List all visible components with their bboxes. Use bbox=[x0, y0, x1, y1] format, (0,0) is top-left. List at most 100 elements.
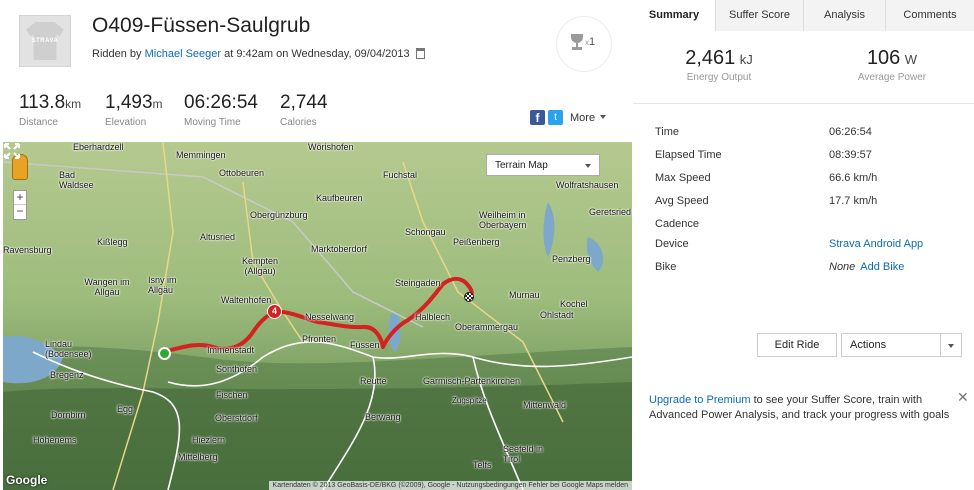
premium-promo: Upgrade to Premium to see your Suffer Sc… bbox=[649, 393, 959, 423]
map-place: Schongau bbox=[405, 227, 446, 237]
ridden-by-prefix: Ridden by bbox=[92, 48, 142, 60]
google-logo: Google bbox=[6, 473, 48, 487]
detail-value: 17.7 km/h bbox=[829, 195, 878, 207]
stat-moving-time: 06:26:54 Moving Time bbox=[184, 92, 258, 128]
map-place: Bregenz bbox=[50, 370, 84, 380]
avatar-brand: STRAVA bbox=[31, 38, 59, 44]
map-place: Hohenems bbox=[33, 435, 77, 445]
detail-avg-speed: Avg Speed 17.7 km/h bbox=[655, 195, 955, 209]
fullscreen-icon[interactable] bbox=[3, 142, 21, 160]
detail-value: 08:39:57 bbox=[829, 149, 872, 161]
map-place: Kempten (Allgäu) bbox=[241, 256, 279, 276]
trophy-icon bbox=[570, 34, 584, 50]
stat-unit: km bbox=[65, 97, 82, 111]
actions-label: Actions bbox=[850, 339, 887, 351]
map-credits[interactable]: Kartendaten © 2013 GeoBasis-DE/BKG (©200… bbox=[268, 481, 632, 490]
map-place: Lindau (Bodensee) bbox=[45, 339, 92, 359]
detail-bike: Bike None Add Bike bbox=[655, 261, 955, 275]
ride-meta: Ridden by Michael Seeger at 9:42am on We… bbox=[92, 48, 425, 60]
detail-key: Cadence bbox=[655, 218, 700, 230]
ride-title: O409-Füssen-Saulgrub bbox=[92, 14, 311, 37]
map-place: Telfs bbox=[473, 460, 492, 470]
map-place: Garmisch-Partenkirchen bbox=[423, 376, 521, 386]
ride-datetime: at 9:42am on Wednesday, 09/04/2013 bbox=[224, 48, 410, 60]
zoom-out-button[interactable]: − bbox=[14, 205, 26, 219]
twitter-icon[interactable]: t bbox=[548, 110, 563, 125]
map-place: Penzberg bbox=[552, 254, 591, 264]
map-place: Wangen im Allgäu bbox=[84, 277, 130, 297]
detail-value: None Add Bike bbox=[829, 261, 904, 273]
map-place: Nesselwang bbox=[305, 312, 355, 322]
route-start-marker[interactable] bbox=[158, 347, 171, 360]
athlete-link[interactable]: Michael Seeger bbox=[145, 48, 221, 60]
stat-value: 06:26:54 bbox=[184, 92, 258, 113]
edit-ride-button[interactable]: Edit Ride bbox=[757, 333, 837, 357]
detail-time: Time 06:26:54 bbox=[655, 126, 955, 140]
device-link[interactable]: Strava Android App bbox=[829, 238, 923, 250]
detail-value: 66.6 km/h bbox=[829, 172, 878, 184]
map-place: Murnau bbox=[509, 290, 540, 300]
close-icon[interactable]: ✕ bbox=[957, 389, 969, 406]
upgrade-premium-link[interactable]: Upgrade to Premium bbox=[649, 394, 751, 406]
add-bike-link[interactable]: Add Bike bbox=[860, 261, 904, 273]
chevron-down-icon bbox=[948, 344, 954, 348]
stat-distance: 113.8km Distance bbox=[19, 92, 81, 128]
activity-sidebar: Summary Suffer Score Analysis Comments 2… bbox=[633, 0, 974, 490]
achievements-badge[interactable]: x1 bbox=[556, 16, 612, 72]
tab-suffer-score[interactable]: Suffer Score bbox=[715, 0, 803, 31]
energy-unit: kJ bbox=[739, 52, 753, 67]
detail-key: Max Speed bbox=[655, 172, 711, 184]
stat-value: 113.8 bbox=[19, 92, 66, 113]
map-place: Marktoberdorf bbox=[311, 244, 368, 254]
detail-device: Device Strava Android App bbox=[655, 238, 955, 252]
tab-comments[interactable]: Comments bbox=[885, 0, 974, 31]
energy-value: 2,461 bbox=[685, 47, 736, 69]
route-finish-flag-icon[interactable] bbox=[464, 292, 474, 302]
athlete-avatar[interactable]: STRAVA bbox=[19, 15, 71, 67]
map-place: Halblech bbox=[415, 312, 451, 322]
map-place: Fischen bbox=[216, 390, 248, 400]
trophy-count: x1 bbox=[585, 36, 596, 48]
map-place: Geretsried bbox=[589, 207, 632, 217]
zoom-in-button[interactable]: + bbox=[14, 191, 26, 205]
route-map[interactable]: Eberhardzell Memmingen Wörishofen Bad Wa… bbox=[3, 142, 632, 490]
map-place: Memmingen bbox=[176, 150, 226, 160]
map-place: Steingaden bbox=[395, 278, 441, 288]
stat-value: 1,493 bbox=[105, 92, 153, 113]
tab-summary[interactable]: Summary bbox=[633, 0, 715, 32]
map-place: Immenstadt bbox=[207, 345, 255, 355]
map-place: Ottobeuren bbox=[219, 168, 265, 178]
map-place: Fuchstal bbox=[383, 170, 418, 180]
map-place: Reutte bbox=[360, 376, 387, 386]
detail-cadence: Cadence bbox=[655, 218, 955, 232]
map-place: Waltenhofen bbox=[221, 295, 272, 305]
zoom-control: + − bbox=[13, 190, 27, 220]
divider bbox=[940, 334, 941, 356]
chevron-down-icon bbox=[585, 164, 591, 168]
tab-analysis[interactable]: Analysis bbox=[803, 0, 885, 31]
detail-key: Avg Speed bbox=[655, 195, 709, 207]
map-place: Kaufbeuren bbox=[316, 193, 363, 203]
map-place: Egg bbox=[117, 404, 134, 414]
map-place: Kißlegg bbox=[97, 237, 128, 247]
map-place: Wolfratshausen bbox=[556, 180, 619, 190]
energy-label: Energy Output bbox=[686, 72, 752, 83]
calendar-icon[interactable] bbox=[415, 48, 425, 59]
stat-unit: m bbox=[152, 97, 163, 111]
actions-dropdown[interactable]: Actions bbox=[841, 333, 962, 357]
stat-label: Calories bbox=[280, 117, 317, 128]
more-share-dropdown[interactable]: More bbox=[570, 112, 607, 124]
route-distance-marker[interactable]: 4 bbox=[267, 304, 282, 319]
detail-key: Device bbox=[655, 238, 689, 250]
map-place: Oberammergau bbox=[455, 322, 519, 332]
chevron-down-icon bbox=[600, 115, 607, 119]
activity-main: STRAVA O409-Füssen-Saulgrub Ridden by Mi… bbox=[0, 0, 633, 490]
detail-key: Time bbox=[655, 126, 680, 138]
map-type-select[interactable]: Terrain Map bbox=[486, 154, 600, 176]
map-place: Mittenwald bbox=[523, 400, 567, 410]
map-place: Peißenberg bbox=[453, 237, 500, 247]
facebook-icon[interactable]: f bbox=[530, 110, 545, 125]
detail-key: Bike bbox=[655, 261, 677, 273]
map-place: Mittelberg bbox=[178, 452, 218, 462]
map-place: Eberhardzell bbox=[73, 142, 124, 152]
